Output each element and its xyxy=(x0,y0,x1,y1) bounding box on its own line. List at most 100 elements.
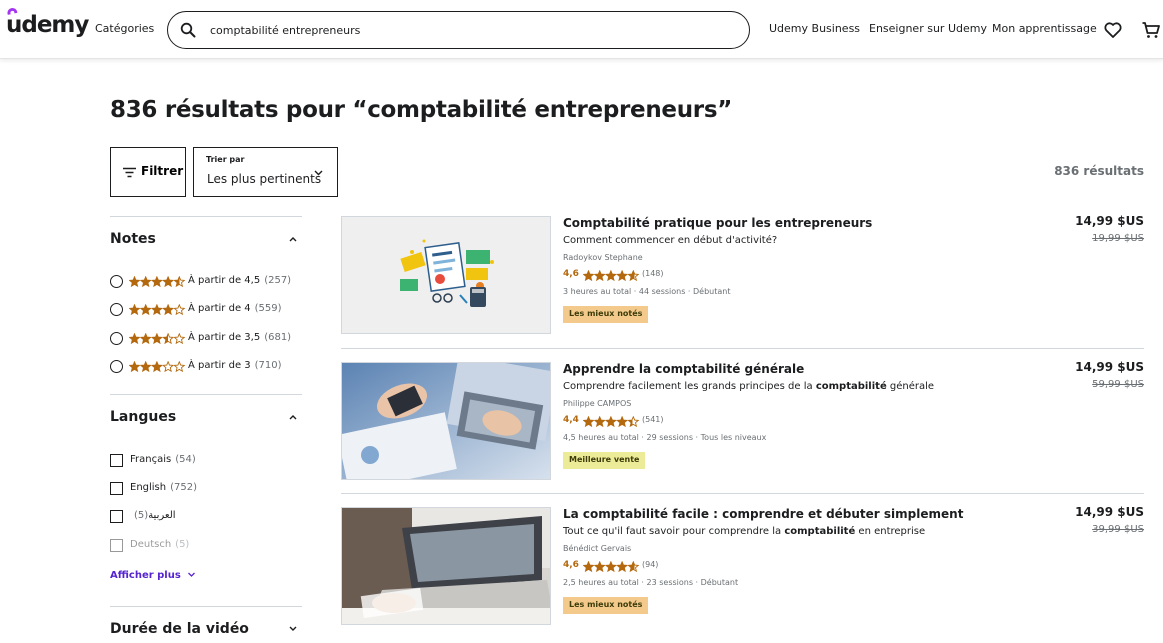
course-headline: Comprendre facilement les grands princip… xyxy=(563,381,935,392)
my-learning-link[interactable]: Mon apprentissage xyxy=(992,22,1097,35)
course-card[interactable]: Comptabilité pratique pour les entrepren… xyxy=(341,214,1144,352)
filter-button[interactable]: Filtrer xyxy=(110,147,186,197)
course-image xyxy=(342,217,550,333)
sort-dropdown[interactable]: Trier par Les plus pertinents xyxy=(193,147,338,197)
star-icon xyxy=(616,561,629,573)
radio-button[interactable] xyxy=(110,360,123,373)
star-icon xyxy=(162,333,175,345)
sort-caption: Trier par xyxy=(206,155,245,164)
ratings-heading[interactable]: Notes xyxy=(110,231,156,247)
filter-label: Filtrer xyxy=(141,164,184,178)
rating-value: 4,6 xyxy=(563,269,579,279)
chevron-up-icon[interactable] xyxy=(288,413,298,421)
teach-link[interactable]: Enseigner sur Udemy xyxy=(869,22,987,35)
star-icon xyxy=(162,304,175,316)
duration-heading[interactable]: Durée de la vidéo xyxy=(110,621,249,637)
course-card[interactable]: La comptabilité facile : comprendre et d… xyxy=(341,505,1144,643)
star-icon xyxy=(162,361,175,373)
star-icon xyxy=(139,276,152,288)
course-instructor: Bénédict Gervais xyxy=(563,544,632,553)
course-original-price: 39,99 $US xyxy=(1092,524,1144,535)
star-icon xyxy=(616,416,629,428)
course-thumbnail[interactable] xyxy=(341,507,551,625)
star-rating-icon xyxy=(129,333,185,345)
udemy-business-link[interactable]: Udemy Business xyxy=(769,22,860,35)
ratings-filter-section: Notes À partir de 4,5 (257) À partir de 4… xyxy=(110,216,302,394)
language-count: (54) xyxy=(175,454,196,465)
star-rating-icon xyxy=(583,270,639,282)
review-count: (94) xyxy=(642,560,659,569)
rating-option-count: (559) xyxy=(254,303,282,314)
language-label: Deutsch xyxy=(130,539,172,550)
show-more-link[interactable]: Afficher plus xyxy=(110,570,196,581)
review-count: (148) xyxy=(642,269,664,278)
result-count: 836 résultats xyxy=(1054,164,1144,178)
rating-value: 4,6 xyxy=(563,560,579,570)
languages-heading[interactable]: Langues xyxy=(110,409,176,425)
star-icon xyxy=(593,561,606,573)
radio-button[interactable] xyxy=(110,303,123,316)
star-icon xyxy=(583,270,595,282)
radio-button[interactable] xyxy=(110,275,123,288)
course-meta: 4,5 heures au total · 29 sessions · Tous… xyxy=(563,433,767,442)
checkbox[interactable] xyxy=(110,539,123,552)
rating-value: 4,4 xyxy=(563,415,579,425)
page-title: 836 résultats pour “comptabilité entrepr… xyxy=(110,97,733,123)
star-icon xyxy=(173,276,185,288)
rating-option-label: À partir de 3 xyxy=(188,360,251,371)
course-meta: 3 heures au total · 44 sessions · Débuta… xyxy=(563,287,731,296)
languages-filter-section: Langues Français (54) English (752) العربي… xyxy=(110,394,302,606)
star-icon xyxy=(150,361,163,373)
search-icon[interactable] xyxy=(180,22,196,38)
course-instructor: Radoykov Stephane xyxy=(563,253,643,262)
star-icon xyxy=(604,416,617,428)
search-bar[interactable] xyxy=(167,11,750,49)
show-more-label: Afficher plus xyxy=(110,570,181,581)
course-original-price: 19,99 $US xyxy=(1092,233,1144,244)
star-icon xyxy=(139,304,152,316)
checkbox[interactable] xyxy=(110,454,123,467)
course-badge: Les mieux notés xyxy=(563,597,649,614)
course-instructor: Philippe CAMPOS xyxy=(563,399,632,408)
star-icon xyxy=(593,270,606,282)
chevron-down-icon[interactable] xyxy=(288,625,298,633)
star-icon xyxy=(150,276,163,288)
star-icon xyxy=(173,361,185,373)
star-rating-icon xyxy=(129,304,185,316)
course-meta: 2,5 heures au total · 23 sessions · Débu… xyxy=(563,578,739,587)
course-price: 14,99 $US xyxy=(1075,360,1144,374)
course-original-price: 59,99 $US xyxy=(1092,379,1144,390)
star-icon xyxy=(627,561,639,573)
udemy-logo[interactable]: udemy xyxy=(6,7,89,38)
star-rating-icon xyxy=(129,276,185,288)
star-icon xyxy=(139,333,152,345)
divider xyxy=(341,348,1144,349)
checkbox[interactable] xyxy=(110,482,123,495)
star-icon xyxy=(150,304,163,316)
cart-icon[interactable] xyxy=(1141,20,1161,40)
chevron-down-icon xyxy=(314,170,323,176)
search-input[interactable] xyxy=(210,21,730,39)
course-title[interactable]: La comptabilité facile : comprendre et d… xyxy=(563,507,963,521)
course-badge: Meilleure vente xyxy=(563,452,646,469)
star-icon xyxy=(583,416,595,428)
course-thumbnail[interactable] xyxy=(341,216,551,334)
filter-icon xyxy=(123,167,136,178)
star-icon xyxy=(616,270,629,282)
radio-button[interactable] xyxy=(110,332,123,345)
course-card[interactable]: Apprendre la comptabilité générale Compr… xyxy=(341,360,1144,498)
course-thumbnail[interactable] xyxy=(341,362,551,480)
course-title[interactable]: Comptabilité pratique pour les entrepren… xyxy=(563,216,872,230)
rating-option-label: À partir de 4,5 xyxy=(188,275,261,286)
heart-icon[interactable] xyxy=(1103,20,1123,40)
course-image xyxy=(342,508,550,624)
chevron-down-icon xyxy=(188,572,196,577)
language-label: English xyxy=(130,482,167,493)
course-title[interactable]: Apprendre la comptabilité générale xyxy=(563,362,804,376)
checkbox[interactable] xyxy=(110,510,123,523)
rating-option-count: (681) xyxy=(264,332,292,343)
course-image xyxy=(342,363,550,479)
chevron-up-icon[interactable] xyxy=(288,235,298,243)
categories-link[interactable]: Catégories xyxy=(95,22,154,35)
star-icon xyxy=(583,561,595,573)
